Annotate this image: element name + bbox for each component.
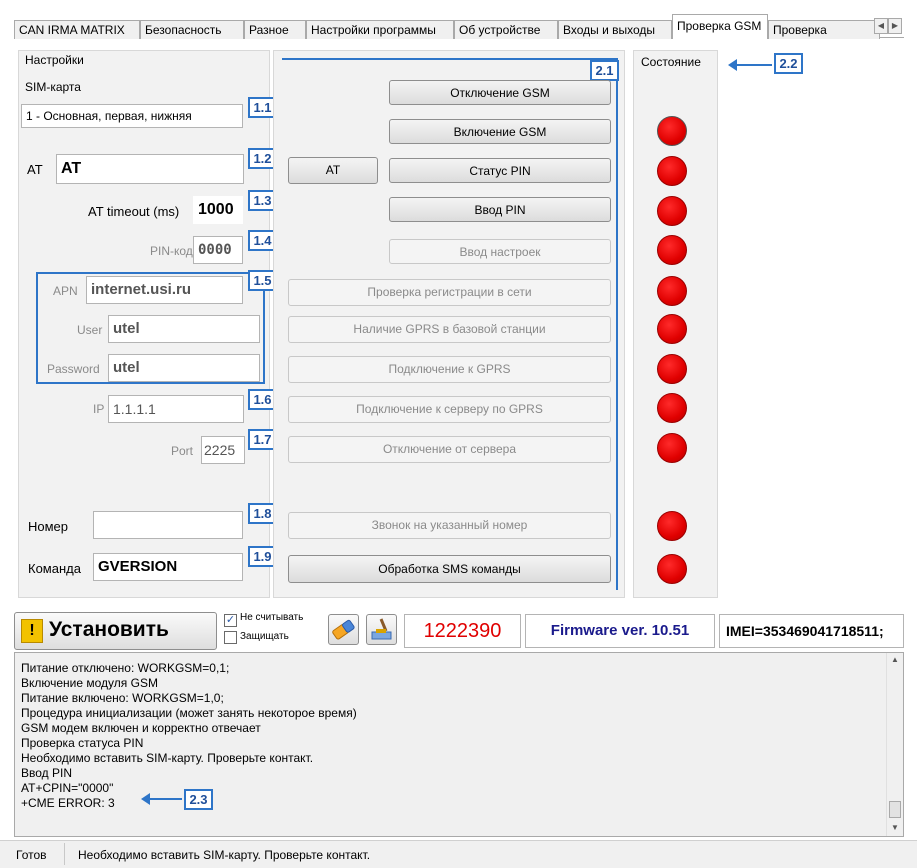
eraser-icon	[332, 619, 355, 640]
enter-settings-button[interactable]: Ввод настроек	[389, 239, 611, 264]
pin-status-button[interactable]: Статус PIN	[389, 158, 611, 183]
status-divider	[64, 843, 65, 865]
install-label: Установить	[49, 618, 169, 641]
apn-input[interactable]: internet.usi.ru	[86, 276, 243, 304]
warning-icon: !	[21, 619, 43, 643]
tab-gsm-check[interactable]: Проверка GSM	[672, 14, 768, 39]
sim-card-label: SIM-карта	[25, 80, 81, 94]
number-input[interactable]	[93, 511, 243, 539]
protect-checkbox[interactable]	[224, 631, 237, 644]
at-command-input[interactable]: AT	[56, 154, 244, 184]
network-registration-button[interactable]: Проверка регистрации в сети	[288, 279, 611, 306]
status-indicator-error-icon	[657, 196, 687, 226]
tab-program-settings[interactable]: Настройки программы	[306, 20, 454, 39]
log-line: Проверка статуса PIN	[21, 736, 144, 750]
number-label: Номер	[28, 519, 69, 534]
status-indicator-error-icon	[657, 433, 687, 463]
status-indicator-ok-icon	[657, 116, 687, 146]
command-input[interactable]: GVERSION	[93, 553, 243, 581]
tab-check[interactable]: Проверка	[768, 20, 880, 39]
gsm-off-button[interactable]: Отключение GSM	[389, 80, 611, 105]
log-line: Необходимо вставить SIM-карту. Проверьте…	[21, 751, 314, 765]
log-line: Питание включено: WORKGSM=1,0;	[21, 691, 224, 705]
log-line: AT+CPIN="0000"	[21, 781, 114, 795]
password-input[interactable]: utel	[108, 354, 260, 382]
scroll-down-icon[interactable]: ▼	[891, 823, 899, 832]
status-indicator-error-icon	[657, 156, 687, 186]
status-state: Готов	[16, 848, 47, 862]
ip-input[interactable]: 1.1.1.1	[108, 395, 244, 423]
port-label: Port	[171, 444, 194, 458]
server-connect-button[interactable]: Подключение к серверу по GPRS	[288, 396, 611, 423]
firmware-version: Firmware ver. 10.51	[525, 614, 715, 648]
no-read-checkbox[interactable]: ✓	[224, 614, 237, 627]
call-number-button[interactable]: Звонок на указанный номер	[288, 512, 611, 539]
status-indicator-error-icon	[657, 511, 687, 541]
status-title: Состояние	[641, 55, 701, 69]
log-scrollbar[interactable]: ▲ ▼	[886, 653, 903, 836]
status-indicator-error-icon	[657, 354, 687, 384]
status-indicator-error-icon	[657, 235, 687, 265]
log-line: +CME ERROR: 3	[21, 796, 115, 810]
scroll-thumb[interactable]	[889, 801, 901, 818]
gprs-connect-button[interactable]: Подключение к GPRS	[288, 356, 611, 383]
log-line: Питание отключено: WORKGSM=0,1;	[21, 661, 230, 675]
user-label: User	[77, 323, 103, 337]
marker-2-3: 2.3	[184, 789, 213, 810]
pin-code-label: PIN-код	[150, 244, 193, 258]
gprs-availability-button[interactable]: Наличие GPRS в базовой станции	[288, 316, 611, 343]
log-line: Ввод PIN	[21, 766, 72, 780]
status-indicator-error-icon	[657, 314, 687, 344]
tab-misc[interactable]: Разное	[244, 20, 306, 39]
sim-card-select[interactable]: 1 - Основная, первая, нижняя	[21, 104, 243, 128]
no-read-label: Не считывать	[240, 612, 304, 623]
serial-number: 1222390	[404, 614, 521, 648]
settings-group-title: Настройки	[25, 53, 84, 67]
arrow-2-3	[141, 793, 182, 805]
enter-pin-button[interactable]: Ввод PIN	[389, 197, 611, 222]
gsm-on-button[interactable]: Включение GSM	[389, 119, 611, 144]
status-indicator-error-icon	[657, 554, 687, 584]
eraser-button[interactable]	[328, 614, 359, 645]
status-indicator-error-icon	[657, 393, 687, 423]
app-window: CAN IRMA MATRIX Безопасность Разное Наст…	[0, 0, 917, 868]
tab-scroll-right-icon[interactable]: ▶	[888, 18, 902, 34]
arrow-2-2	[728, 59, 772, 71]
tab-can-irma-matrix[interactable]: CAN IRMA MATRIX	[14, 20, 140, 39]
process-sms-command-button[interactable]: Обработка SMS команды	[288, 555, 611, 583]
pin-code-input[interactable]: 0000	[193, 236, 243, 264]
tab-inputs-outputs[interactable]: Входы и выходы	[558, 20, 672, 39]
status-message: Необходимо вставить SIM-карту. Проверьте…	[78, 848, 371, 862]
user-input[interactable]: utel	[108, 315, 260, 343]
status-indicator-error-icon	[657, 276, 687, 306]
at-timeout-input[interactable]: 1000	[193, 196, 243, 224]
tab-bar: CAN IRMA MATRIX Безопасность Разное Наст…	[14, 14, 904, 39]
scroll-up-icon[interactable]: ▲	[891, 655, 899, 664]
marker-2-1: 2.1	[590, 60, 619, 81]
tab-security[interactable]: Безопасность	[140, 20, 244, 39]
at-send-button[interactable]: AT	[288, 157, 378, 184]
apn-label: APN	[53, 284, 78, 298]
clean-button[interactable]	[366, 614, 397, 645]
password-label: Password	[47, 362, 100, 376]
at-label: AT	[27, 162, 43, 177]
brush-icon	[371, 618, 392, 640]
command-label: Команда	[28, 561, 81, 576]
port-input[interactable]: 2225	[201, 436, 245, 464]
server-disconnect-button[interactable]: Отключение от сервера	[288, 436, 611, 463]
tab-scroll-left-icon[interactable]: ◀	[874, 18, 888, 34]
install-button[interactable]: ! Установить	[14, 612, 217, 650]
log-line: Процедура инициализации (может занять не…	[21, 706, 357, 720]
protect-label: Защищать	[240, 631, 289, 642]
log-line: Включение модуля GSM	[21, 676, 158, 690]
ip-label: IP	[93, 402, 105, 416]
log-line: GSM модем включен и корректно отвечает	[21, 721, 261, 735]
at-timeout-label: AT timeout (ms)	[88, 204, 180, 219]
imei: IMEI=353469041718511;	[719, 614, 904, 648]
log-panel[interactable]: Питание отключено: WORKGSM=0,1; Включение…	[14, 652, 904, 837]
tab-about-device[interactable]: Об устройстве	[454, 20, 558, 39]
marker-2-2: 2.2	[774, 53, 803, 74]
status-bar: Готов Необходимо вставить SIM-карту. Про…	[0, 840, 917, 868]
